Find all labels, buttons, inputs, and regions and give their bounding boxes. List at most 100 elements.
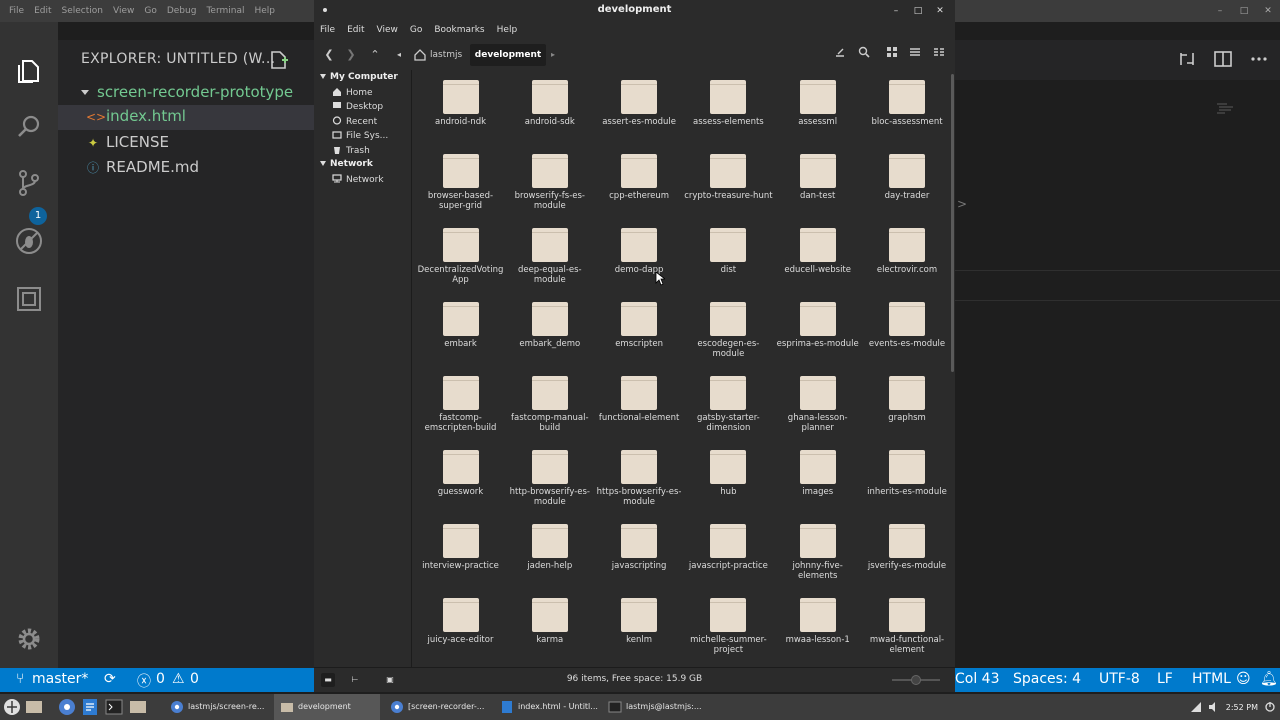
fm-menu-bookmarks[interactable]: Bookmarks xyxy=(434,22,490,40)
task-chrome-recorder[interactable]: [screen-recorder-... xyxy=(384,694,488,720)
task-terminal[interactable]: lastmjs@lastmjs:... xyxy=(602,694,706,720)
fm-menu-help[interactable]: Help xyxy=(497,22,524,40)
folder-item[interactable]: guesswork xyxy=(416,450,505,497)
minimize-icon[interactable]: – xyxy=(1208,0,1232,22)
folder-item[interactable]: fastcomp-manual-build xyxy=(505,376,594,433)
sidebar-item-network[interactable]: Network xyxy=(332,174,384,185)
folder-item[interactable]: DecentralizedVotingApp xyxy=(416,228,505,285)
explorer-icon[interactable] xyxy=(14,56,44,86)
sidebar-item-filesystem[interactable]: File Sys... xyxy=(332,130,388,141)
git-branch-icon[interactable]: ⑂ xyxy=(16,671,24,687)
sidebar-section-my-computer[interactable]: My Computer xyxy=(320,72,398,82)
warning-icon[interactable]: ⚠ xyxy=(172,671,185,687)
toggle-location-icon[interactable] xyxy=(830,44,850,66)
extensions-icon[interactable] xyxy=(14,284,44,314)
task-chrome-repo[interactable]: lastmjs/screen-re... xyxy=(164,694,268,720)
warning-count[interactable]: 0 xyxy=(190,671,199,687)
folder-item[interactable]: mwad-functional-element xyxy=(863,598,948,655)
sidebar-item-home[interactable]: Home xyxy=(332,87,373,98)
vs-menu-selection[interactable]: Selection xyxy=(57,6,108,16)
task-file-manager[interactable]: development xyxy=(274,694,380,720)
folder-item[interactable]: crypto-treasure-hunt xyxy=(684,154,773,201)
error-count[interactable]: 0 xyxy=(156,671,165,687)
fm-menu-go[interactable]: Go xyxy=(410,22,428,40)
fm-menu-edit[interactable]: Edit xyxy=(347,22,370,40)
folder-item[interactable]: embark_demo xyxy=(505,302,594,349)
language-mode[interactable]: HTML xyxy=(1192,671,1231,687)
folder-item[interactable]: javascript-practice xyxy=(684,524,773,571)
vs-menu-view[interactable]: View xyxy=(108,6,139,16)
folder-item[interactable]: android-sdk xyxy=(505,80,594,127)
folder-icon[interactable] xyxy=(128,697,148,717)
folder-item[interactable]: johnny-five-elements xyxy=(773,524,862,581)
line-ending[interactable]: LF xyxy=(1157,671,1173,687)
folder-item[interactable]: android-ndk xyxy=(416,80,505,127)
file-item-license[interactable]: ✦ LICENSE xyxy=(58,131,314,156)
folder-item[interactable]: kenlm xyxy=(595,598,684,645)
new-file-icon[interactable] xyxy=(268,50,290,70)
vs-menu-edit[interactable]: Edit xyxy=(29,6,56,16)
minimize-icon[interactable]: – xyxy=(887,3,905,19)
folder-icon[interactable] xyxy=(24,697,44,717)
fm-scrollbar[interactable] xyxy=(951,74,954,372)
folder-item[interactable]: escodegen-es-module xyxy=(684,302,773,359)
sidebar-section-network[interactable]: Network xyxy=(320,159,373,169)
file-item-index[interactable]: <> index.html xyxy=(58,105,314,130)
folder-item[interactable]: jsverify-es-module xyxy=(863,524,948,571)
vs-menu-terminal[interactable]: Terminal xyxy=(201,6,249,16)
folder-item[interactable]: fastcomp-emscripten-build xyxy=(416,376,505,433)
network-tray-icon[interactable] xyxy=(1190,701,1202,713)
breadcrumb-next-icon[interactable]: ▸ xyxy=(546,44,560,66)
folder-item[interactable]: electrovir.com xyxy=(863,228,948,275)
folder-item[interactable]: events-es-module xyxy=(863,302,948,349)
maximize-icon[interactable]: □ xyxy=(909,3,927,19)
folder-item[interactable]: juicy-ace-editor xyxy=(416,598,505,645)
fm-menu-file[interactable]: File xyxy=(320,22,341,40)
fm-menu-view[interactable]: View xyxy=(377,22,404,40)
folder-item[interactable]: browser-based-super-grid xyxy=(416,154,505,211)
task-vscode[interactable]: index.html - Untitl... xyxy=(494,694,598,720)
folder-item[interactable]: embark xyxy=(416,302,505,349)
indentation[interactable]: Spaces: 4 xyxy=(1013,671,1081,687)
split-editor-icon[interactable] xyxy=(1212,49,1234,69)
chrome-icon[interactable] xyxy=(57,697,77,717)
volume-icon[interactable] xyxy=(1208,701,1220,713)
folder-item[interactable]: hub xyxy=(684,450,773,497)
breadcrumb-current[interactable]: development xyxy=(470,44,546,66)
folder-item[interactable]: dist xyxy=(684,228,773,275)
breadcrumb-home[interactable]: lastmjs xyxy=(410,44,470,66)
editor-area[interactable] xyxy=(955,80,1280,668)
folder-item[interactable]: dan-test xyxy=(773,154,862,201)
folder-item[interactable]: assessml xyxy=(773,80,862,127)
search-icon[interactable] xyxy=(854,44,874,66)
more-actions-icon[interactable] xyxy=(1248,49,1270,69)
debug-icon[interactable] xyxy=(14,226,44,256)
folder-item[interactable]: day-trader xyxy=(863,154,948,201)
vscode-icon[interactable] xyxy=(80,697,100,717)
compare-icon[interactable] xyxy=(1176,49,1198,69)
settings-gear-icon[interactable] xyxy=(14,624,44,654)
folder-item[interactable]: karma xyxy=(505,598,594,645)
clock[interactable]: 2:52 PM xyxy=(1226,703,1258,712)
vs-menu-go[interactable]: Go xyxy=(139,6,161,16)
folder-item[interactable]: deep-equal-es-module xyxy=(505,228,594,285)
source-control-icon[interactable] xyxy=(14,168,44,198)
folder-item[interactable]: emscripten xyxy=(595,302,684,349)
folder-item[interactable]: assess-elements xyxy=(684,80,773,127)
file-item-readme[interactable]: ⓘ README.md xyxy=(58,156,314,181)
folder-item[interactable]: functional-element xyxy=(595,376,684,423)
folder-item[interactable]: educell-website xyxy=(773,228,862,275)
sidebar-item-recent[interactable]: Recent xyxy=(332,116,377,127)
encoding[interactable]: UTF-8 xyxy=(1099,671,1140,687)
folder-item[interactable]: javascripting xyxy=(595,524,684,571)
folder-item[interactable]: esprima-es-module xyxy=(773,302,862,349)
vs-menu-file[interactable]: File xyxy=(4,6,29,16)
error-icon[interactable]: ⓧ xyxy=(137,671,151,691)
terminal-icon[interactable] xyxy=(104,697,124,717)
folder-item[interactable]: inherits-es-module xyxy=(863,450,948,497)
smiley-icon[interactable]: ☺ xyxy=(1236,671,1251,687)
folder-item[interactable]: images xyxy=(773,450,862,497)
power-icon[interactable] xyxy=(1264,701,1276,713)
start-menu-icon[interactable] xyxy=(2,697,22,717)
folder-item[interactable]: https-browserify-es-module xyxy=(595,450,684,507)
